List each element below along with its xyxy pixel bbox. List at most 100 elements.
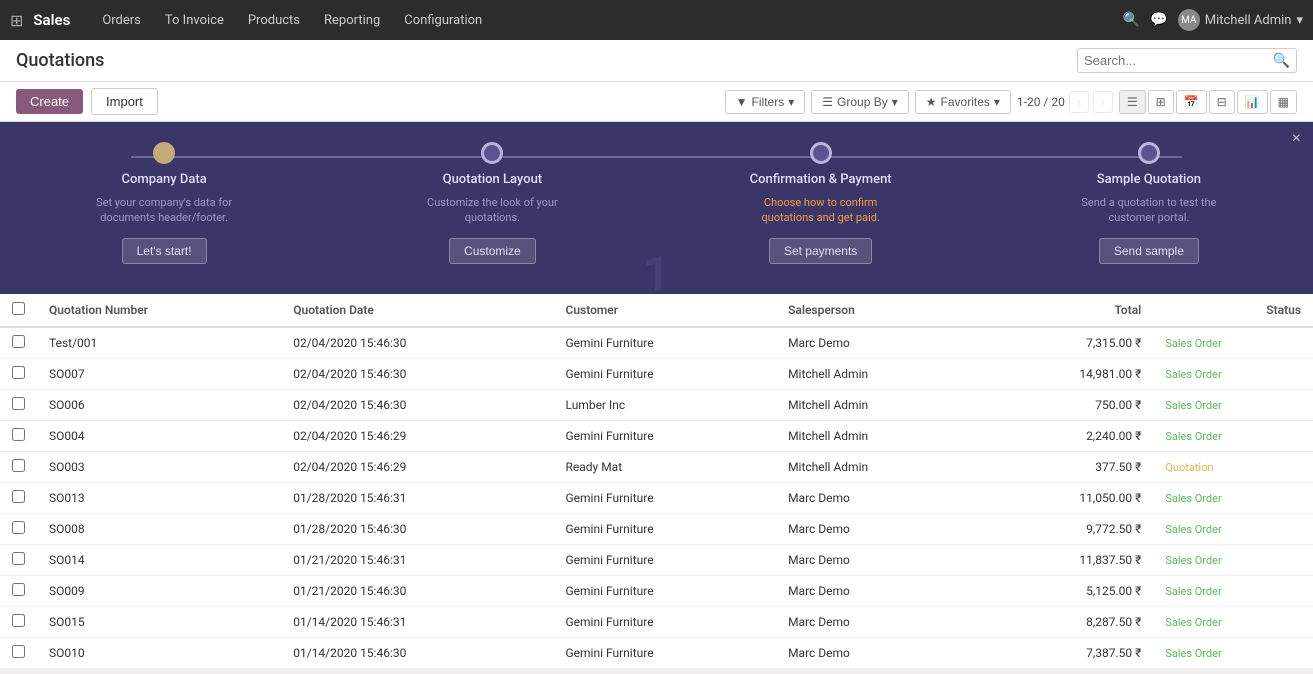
select-all-checkbox[interactable] <box>12 302 25 315</box>
onboarding-step-3: Confirmation & Payment Choose how to con… <box>657 142 985 264</box>
row-checkbox-cell <box>0 575 37 606</box>
step-2-dot <box>481 142 503 164</box>
row-total: 9,772.50 ₹ <box>983 513 1154 544</box>
table-row[interactable]: SO013 01/28/2020 15:46:31 Gemini Furnitu… <box>0 482 1313 513</box>
row-total: 5,125.00 ₹ <box>983 575 1154 606</box>
row-checkbox[interactable] <box>12 459 25 472</box>
row-quotation-number: SO010 <box>37 637 281 668</box>
row-checkbox[interactable] <box>12 583 25 596</box>
table-row[interactable]: SO010 01/14/2020 15:46:30 Gemini Furnitu… <box>0 637 1313 668</box>
table-row[interactable]: SO009 01/21/2020 15:46:30 Gemini Furnitu… <box>0 575 1313 606</box>
step-1-desc: Set your company's data for documents he… <box>84 195 244 226</box>
row-date: 02/04/2020 15:46:29 <box>281 420 553 451</box>
pagination: 1-20 / 20 ‹ › <box>1017 91 1113 113</box>
prev-page-button[interactable]: ‹ <box>1069 91 1089 113</box>
app-name[interactable]: Sales <box>33 11 70 29</box>
nav-products[interactable]: Products <box>238 9 310 32</box>
row-status: Quotation <box>1153 451 1313 482</box>
next-page-button[interactable]: › <box>1093 91 1113 113</box>
chat-icon[interactable]: 💬 <box>1150 12 1167 28</box>
kanban-view-button[interactable]: ⊞ <box>1148 90 1174 114</box>
col-salesperson[interactable]: Salesperson <box>776 294 983 327</box>
table-row[interactable]: SO003 02/04/2020 15:46:29 Ready Mat Mitc… <box>0 451 1313 482</box>
graph-view-button[interactable]: 📊 <box>1237 90 1268 114</box>
step-3-button[interactable]: Set payments <box>769 238 872 264</box>
list-view-button[interactable]: ☰ <box>1119 90 1146 114</box>
create-button[interactable]: Create <box>16 89 83 114</box>
row-checkbox[interactable] <box>12 614 25 627</box>
row-checkbox[interactable] <box>12 490 25 503</box>
row-checkbox[interactable] <box>12 335 25 348</box>
row-checkbox[interactable] <box>12 397 25 410</box>
col-status[interactable]: Status <box>1153 294 1313 327</box>
row-salesperson: Marc Demo <box>776 544 983 575</box>
step-2-button[interactable]: Customize <box>449 238 536 264</box>
col-customer[interactable]: Customer <box>553 294 776 327</box>
row-status: Sales Order <box>1153 513 1313 544</box>
search-button[interactable]: 🔍 <box>1273 52 1290 69</box>
grid-view-button[interactable]: ▦ <box>1270 90 1297 114</box>
subheader-right: 🔍 <box>1077 48 1297 73</box>
table-row[interactable]: SO008 01/28/2020 15:46:30 Gemini Furnitu… <box>0 513 1313 544</box>
favorites-dropdown-icon: ▾ <box>994 95 1000 109</box>
filters-label: Filters <box>752 95 785 109</box>
row-customer: Gemini Furniture <box>553 482 776 513</box>
row-salesperson: Mitchell Admin <box>776 389 983 420</box>
user-menu[interactable]: MA Mitchell Admin ▾ <box>1178 9 1303 31</box>
favorites-button[interactable]: ★ Favorites ▾ <box>915 90 1011 114</box>
table-row[interactable]: SO006 02/04/2020 15:46:30 Lumber Inc Mit… <box>0 389 1313 420</box>
app-grid-icon[interactable]: ⊞ <box>10 11 23 30</box>
status-badge: Sales Order <box>1165 337 1221 350</box>
row-date: 01/28/2020 15:46:30 <box>281 513 553 544</box>
table-row[interactable]: SO014 01/21/2020 15:46:31 Gemini Furnitu… <box>0 544 1313 575</box>
row-salesperson: Marc Demo <box>776 513 983 544</box>
table-row[interactable]: SO004 02/04/2020 15:46:29 Gemini Furnitu… <box>0 420 1313 451</box>
nav-reporting[interactable]: Reporting <box>314 9 390 32</box>
row-customer: Gemini Furniture <box>553 575 776 606</box>
step-4-button[interactable]: Send sample <box>1099 238 1199 264</box>
filter-icon: ▼ <box>736 95 748 109</box>
table-row[interactable]: Test/001 02/04/2020 15:46:30 Gemini Furn… <box>0 327 1313 359</box>
row-checkbox[interactable] <box>12 521 25 534</box>
col-quotation-date[interactable]: Quotation Date <box>281 294 553 327</box>
row-checkbox-cell <box>0 482 37 513</box>
row-quotation-number: SO007 <box>37 358 281 389</box>
nav-orders[interactable]: Orders <box>92 9 151 32</box>
step-2-desc: Customize the look of your quotations. <box>412 195 572 226</box>
favorites-icon: ★ <box>926 95 937 109</box>
row-checkbox[interactable] <box>12 366 25 379</box>
user-name: Mitchell Admin <box>1205 13 1292 28</box>
row-total: 2,240.00 ₹ <box>983 420 1154 451</box>
groupby-button[interactable]: ☰ Group By ▾ <box>811 90 909 114</box>
pivot-view-button[interactable]: ⊟ <box>1209 90 1235 114</box>
table-row[interactable]: SO015 01/14/2020 15:46:31 Gemini Furnitu… <box>0 606 1313 637</box>
row-checkbox[interactable] <box>12 645 25 658</box>
search-icon[interactable]: 🔍 <box>1123 12 1140 28</box>
quotations-table: Quotation Number Quotation Date Customer… <box>0 294 1313 669</box>
filters-button[interactable]: ▼ Filters ▾ <box>725 90 806 114</box>
search-input[interactable] <box>1084 53 1273 68</box>
step-4-title: Sample Quotation <box>1097 172 1201 187</box>
step-1-button[interactable]: Let's start! <box>122 238 207 264</box>
status-badge: Quotation <box>1165 461 1213 474</box>
row-customer: Ready Mat <box>553 451 776 482</box>
calendar-view-button[interactable]: 📅 <box>1176 90 1207 114</box>
select-all-column <box>0 294 37 327</box>
row-salesperson: Marc Demo <box>776 606 983 637</box>
col-total[interactable]: Total <box>983 294 1154 327</box>
row-salesperson: Mitchell Admin <box>776 451 983 482</box>
nav-to-invoice[interactable]: To Invoice <box>155 9 234 32</box>
row-total: 8,287.50 ₹ <box>983 606 1154 637</box>
topnav-right: 🔍 💬 MA Mitchell Admin ▾ <box>1123 9 1303 31</box>
row-checkbox[interactable] <box>12 552 25 565</box>
row-checkbox-cell <box>0 327 37 359</box>
col-quotation-number[interactable]: Quotation Number <box>37 294 281 327</box>
row-checkbox[interactable] <box>12 428 25 441</box>
table-row[interactable]: SO007 02/04/2020 15:46:30 Gemini Furnitu… <box>0 358 1313 389</box>
row-total: 11,050.00 ₹ <box>983 482 1154 513</box>
nav-configuration[interactable]: Configuration <box>394 9 492 32</box>
row-customer: Lumber Inc <box>553 389 776 420</box>
step-1-dot <box>153 142 175 164</box>
row-total: 7,315.00 ₹ <box>983 327 1154 359</box>
import-button[interactable]: Import <box>91 88 158 115</box>
